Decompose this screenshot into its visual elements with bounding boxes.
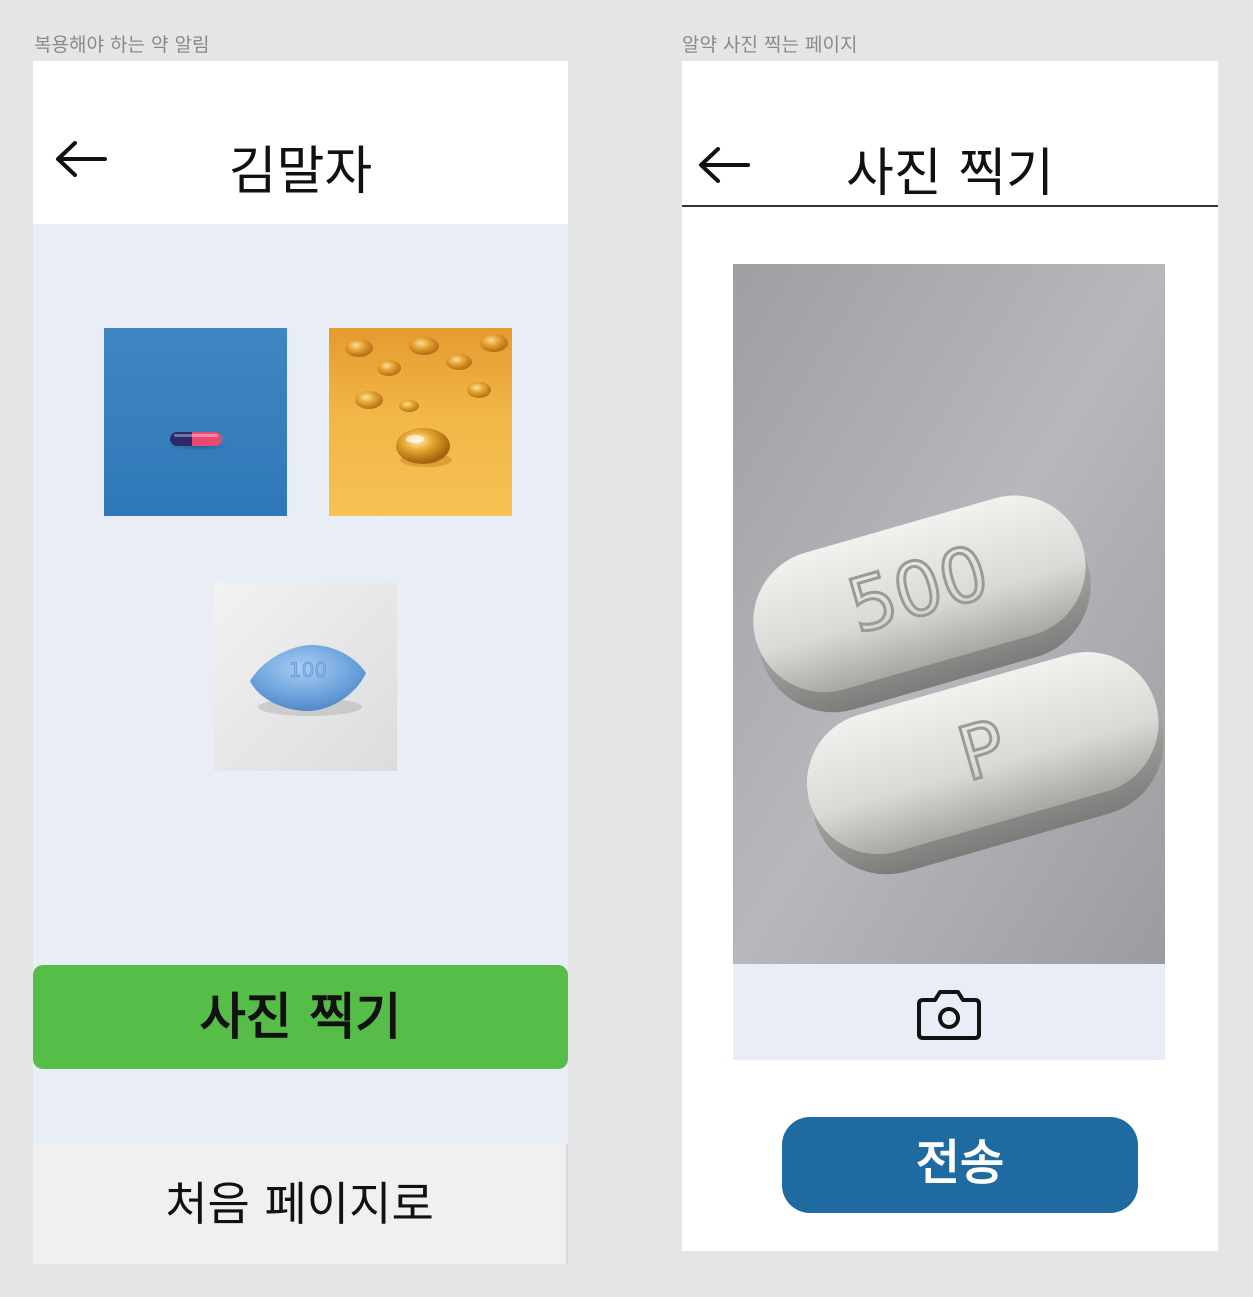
header: 김말자 bbox=[33, 61, 568, 224]
header: 사진 찍기 bbox=[682, 61, 1218, 207]
take-photo-button[interactable]: 사진 찍기 bbox=[33, 965, 568, 1069]
tablet-pill-image[interactable]: 100 bbox=[214, 583, 397, 771]
patient-name-title: 김말자 bbox=[228, 142, 373, 202]
page-title: 사진 찍기 bbox=[846, 144, 1054, 204]
go-home-button[interactable]: 처음 페이지로 bbox=[33, 1144, 566, 1264]
frame-label-medication-alert: 복용해야 하는 약 알림 bbox=[34, 34, 210, 56]
medication-alert-screen: 김말자 100 사진 찍기 처음 페이지로 bbox=[33, 61, 568, 1264]
pill-photo-screen: 사진 찍기 500 P 전송 bbox=[682, 61, 1218, 1251]
send-button[interactable]: 전송 bbox=[782, 1117, 1138, 1213]
camera-preview[interactable]: 500 P bbox=[733, 264, 1165, 964]
arrow-left-icon[interactable] bbox=[696, 145, 752, 185]
softgel-pill-image[interactable] bbox=[329, 328, 512, 516]
camera-icon[interactable] bbox=[917, 986, 981, 1042]
tablet-imprint: 100 bbox=[289, 658, 327, 682]
footer: 처음 페이지로 bbox=[33, 1144, 568, 1264]
frame-label-photo-page: 알약 사진 찍는 페이지 bbox=[682, 34, 858, 56]
capsule-pill-image[interactable] bbox=[104, 328, 287, 516]
pill-list: 100 사진 찍기 bbox=[33, 224, 568, 1144]
camera-toolbar bbox=[733, 964, 1165, 1060]
